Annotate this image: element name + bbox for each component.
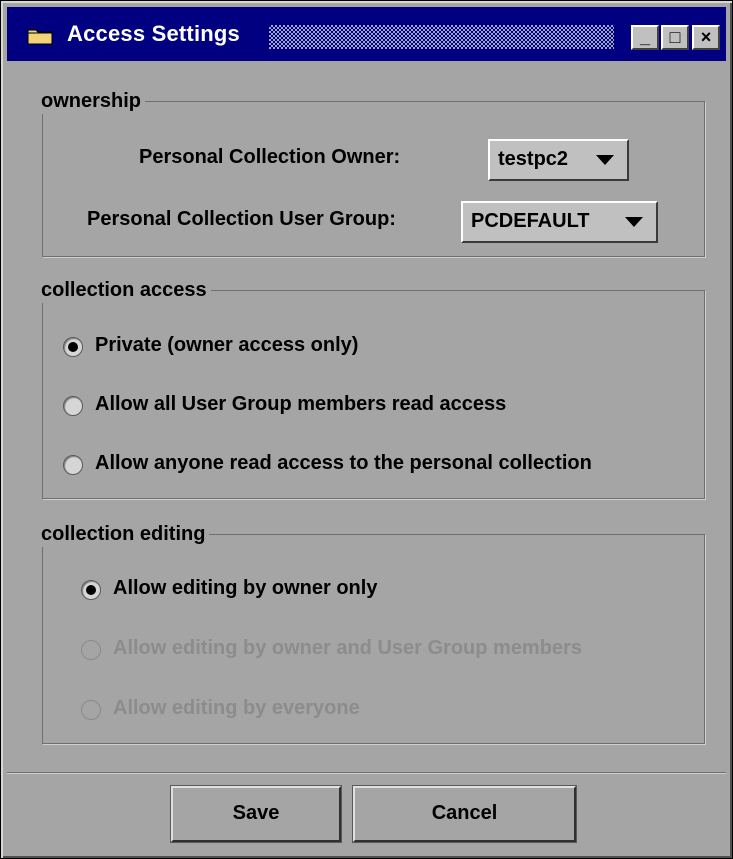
editing-option-label: Allow editing by everyone bbox=[113, 697, 360, 719]
owner-select-value: testpc2 bbox=[498, 148, 569, 170]
minimize-icon: _ bbox=[639, 27, 650, 47]
window-title: Access Settings bbox=[67, 21, 240, 46]
chevron-down-icon bbox=[625, 217, 643, 227]
owner-select[interactable]: testpc2 bbox=[488, 139, 629, 181]
chevron-down-icon bbox=[596, 155, 614, 165]
button-separator bbox=[7, 772, 726, 774]
radio-button[interactable] bbox=[63, 455, 83, 475]
save-button[interactable]: Save bbox=[171, 786, 341, 842]
collection-access-legend: collection access bbox=[41, 277, 211, 303]
owner-label: Personal Collection Owner: bbox=[139, 146, 401, 168]
access-settings-dialog: Access Settings _ □ × ownership Personal… bbox=[0, 0, 733, 859]
user-group-select-value: PCDEFAULT bbox=[471, 210, 590, 232]
title-bar-pattern bbox=[269, 25, 614, 49]
access-option-label: Allow anyone read access to the personal… bbox=[95, 452, 592, 474]
editing-option-label: Allow editing by owner only bbox=[113, 577, 378, 599]
editing-option-label: Allow editing by owner and User Group me… bbox=[113, 637, 582, 659]
folder-icon bbox=[27, 29, 53, 45]
maximize-icon: □ bbox=[669, 27, 681, 47]
radio-button[interactable] bbox=[81, 580, 101, 600]
title-bar[interactable]: Access Settings _ □ × bbox=[7, 7, 726, 61]
save-button-label: Save bbox=[232, 802, 280, 824]
maximize-button[interactable]: □ bbox=[661, 25, 689, 50]
radio-button[interactable] bbox=[63, 337, 83, 357]
close-icon: × bbox=[700, 27, 712, 47]
radio-button[interactable] bbox=[63, 396, 83, 416]
collection-access-group: collection access Private (owner access … bbox=[41, 277, 705, 499]
ownership-legend: ownership bbox=[41, 88, 146, 114]
minimize-button[interactable]: _ bbox=[631, 25, 659, 50]
collection-editing-legend: collection editing bbox=[41, 521, 210, 547]
cancel-button-label: Cancel bbox=[431, 802, 498, 824]
user-group-label: Personal Collection User Group: bbox=[87, 208, 396, 230]
ownership-group: ownership Personal Collection Owner: tes… bbox=[41, 88, 705, 257]
close-button[interactable]: × bbox=[692, 25, 720, 50]
cancel-button[interactable]: Cancel bbox=[353, 786, 576, 842]
access-option-label: Allow all User Group members read access bbox=[95, 393, 507, 415]
radio-button bbox=[81, 640, 101, 660]
access-option-label: Private (owner access only) bbox=[95, 334, 359, 356]
radio-button bbox=[81, 700, 101, 720]
user-group-select[interactable]: PCDEFAULT bbox=[461, 201, 658, 243]
collection-editing-group: collection editing Allow editing by owne… bbox=[41, 521, 705, 744]
